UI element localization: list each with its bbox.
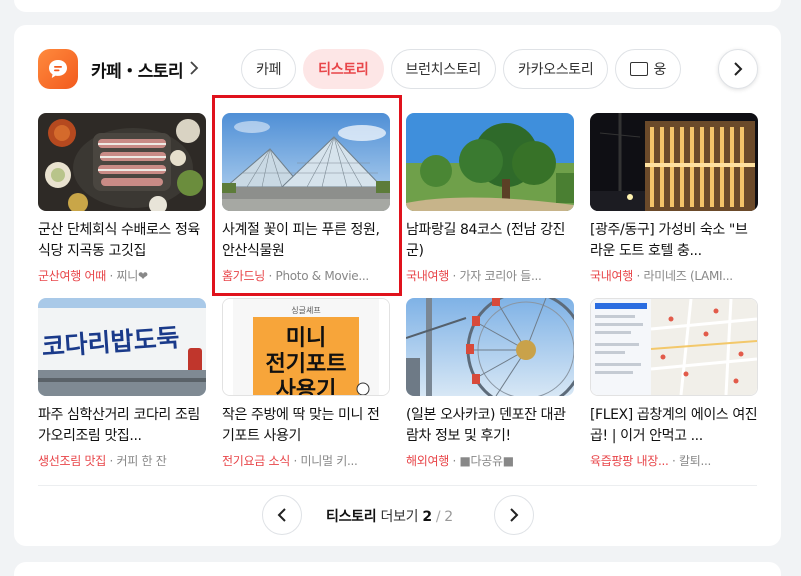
item-title[interactable]: (일본 오사카코) 덴포잔 대관람차 정보 및 후기! — [406, 405, 574, 447]
highlight-box — [212, 95, 402, 296]
item-tag[interactable]: 해외여행 — [406, 454, 449, 468]
next-page-button[interactable] — [494, 495, 534, 535]
item-meta: 전기요금 소식 · 미니멀 키... — [222, 454, 358, 468]
list-item[interactable]: 남파랑길 84코스 (전남 강진군) 국내여행 · 가자 코리아 들... — [406, 113, 574, 284]
poster-line2: 전기포트 — [266, 352, 347, 377]
item-meta: 군산여행 어때 · 찌니❤ — [38, 269, 149, 283]
cafe-story-section: 카페・스토리 카페 티스토리 브런치스토리 카카오스토리 웅 군산 단체회식 수… — [14, 25, 781, 546]
item-title[interactable]: 작은 주방에 딱 맞는 미니 전기포트 사용기 — [222, 405, 390, 447]
chevron-right-icon — [734, 62, 743, 76]
section-title: 카페・스토리 — [91, 61, 184, 82]
list-item[interactable]: 군산 단체회식 수배로스 정육식당 지곡동 고깃집 군산여행 어때 · 찌니❤ — [38, 113, 206, 284]
item-title[interactable]: [광주/동구] 가성비 숙소 "브라운 도트 호텔 충... — [590, 220, 758, 262]
webtoon-icon — [630, 62, 649, 76]
item-source[interactable]: 라미네즈 (LAMI... — [644, 269, 734, 283]
list-item[interactable]: 코다리밥도둑 파주 심학산거리 코다리 조림 가오리조림 맛집... 생선조림 … — [38, 298, 206, 469]
next-section-card — [14, 562, 781, 576]
item-tag[interactable]: 육즙팡팡 내장... — [590, 454, 669, 468]
tab-tistory[interactable]: 티스토리 — [303, 49, 384, 89]
tab-partial[interactable]: 웅 — [615, 49, 682, 89]
thumbnail-image-hotel — [590, 113, 758, 211]
thumbnail-image-bbq — [38, 113, 206, 211]
pagination: 티스토리 더보기 2/2 — [14, 495, 781, 535]
poster-top-text: 싱글셰프 — [291, 305, 320, 315]
previous-section-card — [14, 0, 781, 12]
item-meta: 육즙팡팡 내장... · 칼퇴... — [590, 454, 712, 468]
item-title[interactable]: 파주 심학산거리 코다리 조림 가오리조림 맛집... — [38, 405, 206, 447]
pager-more: 더보기 — [380, 509, 419, 525]
cafe-story-logo-icon — [38, 49, 78, 89]
pager-current: 2 — [422, 509, 432, 525]
poster-line3: 사용기 — [276, 378, 337, 395]
list-item[interactable]: [광주/동구] 가성비 숙소 "브라운 도트 호텔 충... 국내여행 · 라미… — [590, 113, 758, 284]
chevron-right-icon — [510, 508, 519, 522]
item-meta: 해외여행 · ■다공유■ — [406, 454, 515, 468]
thumbnail-image-poster: 싱글셰프 미니 전기포트 사용기 — [222, 298, 390, 396]
item-tag[interactable]: 전기요금 소식 — [222, 454, 290, 468]
item-source[interactable]: 칼퇴... — [679, 454, 711, 468]
thumbnail-image-map — [590, 298, 758, 396]
pager-total: 2 — [444, 509, 453, 525]
thumbnail-image-ferris-wheel — [406, 298, 574, 396]
section-header[interactable]: 카페・스토리 — [38, 48, 199, 90]
item-tag[interactable]: 생선조림 맛집 — [38, 454, 106, 468]
item-source[interactable]: 찌니❤ — [117, 269, 149, 283]
thumbnail-image-restaurant-sign: 코다리밥도둑 — [38, 298, 206, 396]
item-meta: 국내여행 · 라미네즈 (LAMI... — [590, 269, 734, 283]
item-tag[interactable]: 군산여행 어때 — [38, 269, 106, 283]
tab-kakao-story[interactable]: 카카오스토리 — [502, 49, 609, 89]
item-source[interactable]: 커피 한 잔 — [117, 454, 167, 468]
page-indicator: 티스토리 더보기 2/2 — [326, 506, 453, 526]
prev-page-button[interactable] — [262, 495, 302, 535]
item-source[interactable]: 미니멀 키... — [301, 454, 358, 468]
item-meta: 국내여행 · 가자 코리아 들... — [406, 269, 542, 283]
item-tag[interactable]: 국내여행 — [406, 269, 449, 283]
thumbnail-image-trees — [406, 113, 574, 211]
item-source[interactable]: ■다공유■ — [460, 454, 515, 468]
item-title[interactable]: [FLEX] 곱창계의 에이스 여진곱! | 이거 안먹고 ... — [590, 405, 758, 447]
tab-partial-label: 웅 — [653, 62, 667, 78]
tab-chip-list: 카페 티스토리 브런치스토리 카카오스토리 웅 — [241, 49, 721, 89]
pager-label: 티스토리 — [326, 509, 377, 525]
chevron-right-icon — [189, 60, 199, 79]
list-item[interactable]: (일본 오사카코) 덴포잔 대관람차 정보 및 후기! 해외여행 · ■다공유■ — [406, 298, 574, 469]
list-item[interactable]: [FLEX] 곱창계의 에이스 여진곱! | 이거 안먹고 ... 육즙팡팡 내… — [590, 298, 758, 469]
tabs-next-button[interactable] — [718, 49, 758, 89]
pager-slash: / — [435, 509, 441, 525]
divider — [38, 485, 757, 486]
item-tag[interactable]: 국내여행 — [590, 269, 633, 283]
chevron-left-icon — [277, 508, 286, 522]
item-meta: 생선조림 맛집 · 커피 한 잔 — [38, 454, 167, 468]
tab-brunch-story[interactable]: 브런치스토리 — [390, 49, 496, 89]
list-item[interactable]: 싱글셰프 미니 전기포트 사용기 작은 주방에 딱 맞는 미니 전기포트 사용기… — [222, 298, 390, 469]
item-title[interactable]: 군산 단체회식 수배로스 정육식당 지곡동 고깃집 — [38, 220, 206, 262]
item-title[interactable]: 남파랑길 84코스 (전남 강진군) — [406, 220, 574, 262]
poster-line1: 미니 — [286, 326, 326, 351]
item-source[interactable]: 가자 코리아 들... — [460, 269, 542, 283]
tab-cafe[interactable]: 카페 — [241, 49, 297, 89]
